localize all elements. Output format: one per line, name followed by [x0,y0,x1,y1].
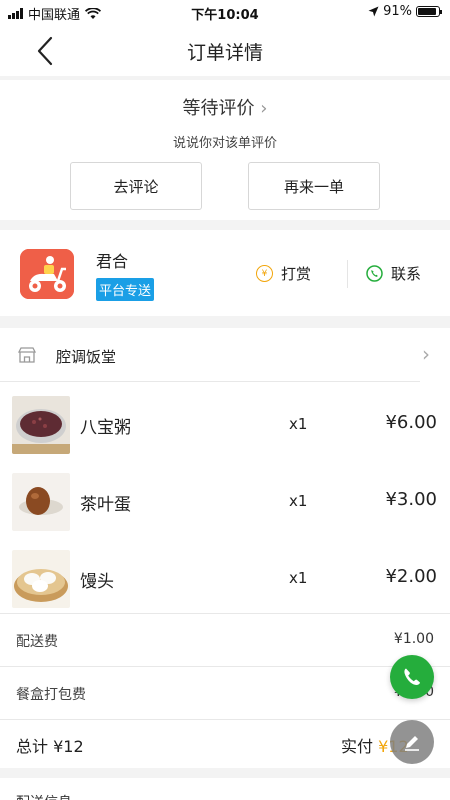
fee-label: 餐盒打包费 [16,687,86,703]
edit-fab-button[interactable] [390,720,434,764]
phone-icon [404,668,420,685]
porridge-image [12,396,70,454]
item-price: ¥2.00 [385,566,437,587]
rider-card: 君合 平台专送 ¥ 打赏 联系 [0,230,450,316]
fee-label: 配送费 [16,634,58,650]
item-image [12,396,70,454]
fee-row-delivery: 配送费 ¥1.00 [0,614,450,666]
paid-label: 实付 [341,737,379,756]
fee-row-packaging: 餐盒打包费 ¥0.00 [0,667,450,719]
evaluation-subtitle: 说说你对该单评价 [172,136,277,151]
item-image [12,550,70,608]
shop-row[interactable]: 腔调饭堂 › [0,328,450,382]
store-icon [18,347,36,363]
phone-circle-icon [366,265,383,282]
item-price: ¥3.00 [385,489,437,510]
total-label: 总计 ¥12 [16,737,84,756]
item-image [12,473,70,531]
steamed-bun-image [12,550,70,608]
battery-icon [416,6,442,17]
battery-percent: 91% [383,4,412,19]
item-qty: x1 [289,569,308,587]
status-bar: 中国联通 下午10:04 91% [0,0,450,24]
shop-name: 腔调饭堂 [56,348,117,366]
location-arrow-icon [368,6,379,17]
rider-name: 君合 [96,252,129,271]
evaluation-status-link[interactable]: 等待评价 › [0,94,450,120]
chevron-right-icon: › [422,342,430,366]
tip-button[interactable]: ¥ 打赏 [256,263,311,284]
delivery-badge: 平台专送 [96,278,155,301]
status-right: 91% [368,4,442,19]
order-item: 八宝粥 x1 ¥6.00 [0,392,450,468]
total-row: 总计 ¥12 实付 ¥12 [0,718,450,768]
divider [0,381,420,382]
item-price: ¥6.00 [385,412,437,433]
order-item: 茶叶蛋 x1 ¥3.00 [0,469,450,545]
evaluation-status-text: 等待评价 [182,98,255,119]
chevron-right-icon: › [260,98,268,119]
tip-label: 打赏 [281,265,312,283]
delivery-info-card: 配送信息 [0,778,450,800]
nav-bar: 订单详情 [0,24,450,76]
yen-icon: ¥ [256,265,273,282]
evaluation-card: 等待评价 › 说说你对该单评价 去评论 再来一单 [0,80,450,220]
scooter-icon [20,249,74,299]
contact-label: 联系 [391,265,422,283]
contact-button[interactable]: 联系 [366,263,421,284]
order-item: 馒头 x1 ¥2.00 [0,546,450,622]
item-name: 八宝粥 [80,418,131,438]
order-card: 腔调饭堂 › 八宝粥 x1 ¥6.00 茶叶蛋 x1 ¥3.00 馒头 x1 ¥… [0,328,450,768]
page-title: 订单详情 [186,42,263,64]
item-name: 馒头 [80,572,114,592]
call-fab-button[interactable] [390,655,434,699]
tea-egg-image [12,473,70,531]
review-button[interactable]: 去评论 [70,162,202,210]
delivery-info-label: 配送信息 [16,792,72,800]
divider [347,260,348,288]
item-name: 茶叶蛋 [80,495,131,515]
reorder-button[interactable]: 再来一单 [248,162,380,210]
rider-avatar [20,249,74,299]
fee-value: ¥1.00 [393,631,434,647]
pencil-icon [405,736,419,751]
item-qty: x1 [289,492,308,510]
item-qty: x1 [289,415,308,433]
